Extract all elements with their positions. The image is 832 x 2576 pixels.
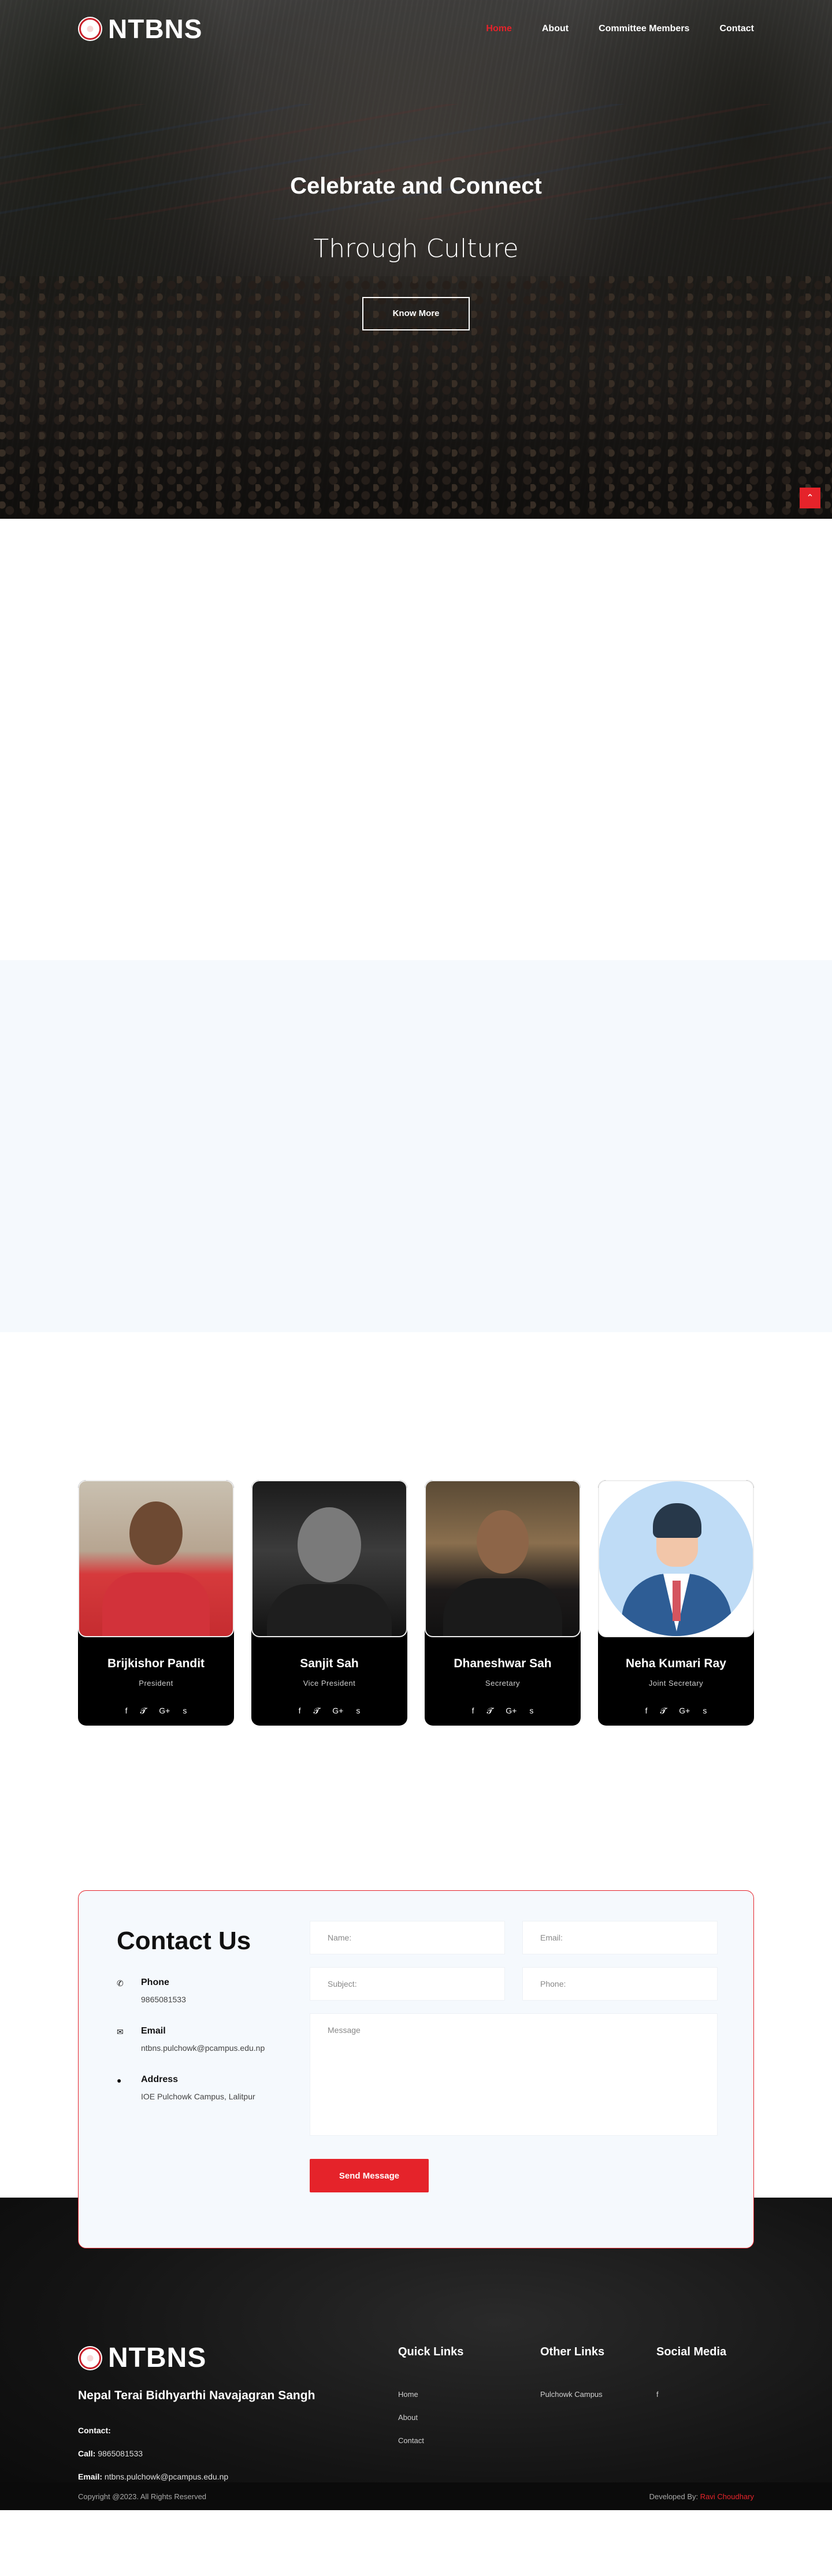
skype-icon[interactable]: s (703, 1706, 707, 1716)
twitter-icon[interactable]: 𝓣 (314, 1706, 320, 1716)
facebook-icon[interactable]: f (645, 1706, 648, 1716)
chevron-up-icon: ⌃ (806, 493, 814, 503)
footer-other-links: Other Links Pulchowk Campus (540, 2345, 604, 2413)
hero-content: Celebrate and Connect Through Culture Kn… (0, 173, 832, 330)
logo-emblem-icon (78, 17, 102, 41)
facebook-icon[interactable]: f (472, 1706, 474, 1716)
skype-icon[interactable]: s (529, 1706, 533, 1716)
facebook-icon[interactable]: f (656, 2390, 726, 2399)
member-card: Sanjit Sah Vice President f 𝓣 G+ s (251, 1480, 407, 1726)
twitter-icon[interactable]: 𝓣 (140, 1706, 147, 1716)
google-plus-icon[interactable]: G+ (159, 1706, 170, 1716)
scroll-to-top-button[interactable]: ⌃ (800, 488, 820, 508)
phone-icon: ✆ (117, 1979, 124, 1988)
member-photo (78, 1480, 234, 1637)
contact-footer-section: Contact Us ✆ Phone 9865081533 ✉ Email nt… (0, 1890, 832, 2510)
about-section-placeholder (0, 519, 832, 960)
email-value: ntbns.pulchowk@pcampus.edu.np (141, 2043, 265, 2053)
contact-address: ● Address IOE Pulchowk Campus, Lalitpur (117, 2075, 265, 2101)
member-social-links: f 𝓣 G+ s (645, 1706, 707, 1716)
twitter-icon[interactable]: 𝓣 (660, 1706, 667, 1716)
phone-value: 9865081533 (141, 1995, 186, 2004)
member-name: Brijkishor Pandit (107, 1657, 205, 1670)
member-photo (251, 1480, 407, 1637)
footer-call-value: 9865081533 (98, 2449, 143, 2458)
member-role: Joint Secretary (648, 1679, 704, 1687)
member-name: Neha Kumari Ray (626, 1657, 726, 1670)
social-media-title: Social Media (656, 2345, 727, 2358)
google-plus-icon[interactable]: G+ (332, 1706, 343, 1716)
member-photo-avatar (598, 1480, 754, 1637)
footer-call-label: Call: (78, 2449, 96, 2458)
google-plus-icon[interactable]: G+ (679, 1706, 690, 1716)
member-social-links: f 𝓣 G+ s (299, 1706, 361, 1716)
committee-members-section: Brijkishor Pandit President f 𝓣 G+ s San… (0, 1332, 832, 1890)
member-name: Sanjit Sah (300, 1657, 359, 1670)
hero-title: Celebrate and Connect (290, 173, 542, 199)
footer-email-value: ntbns.pulchowk@pcampus.edu.np (104, 2472, 229, 2481)
contact-info: Contact Us ✆ Phone 9865081533 ✉ Email nt… (117, 1927, 265, 2101)
phone-input[interactable]: Phone: (522, 1967, 718, 2001)
other-links-title: Other Links (540, 2345, 605, 2358)
google-plus-icon[interactable]: G+ (506, 1706, 517, 1716)
footer-link-contact[interactable]: Contact (398, 2436, 463, 2445)
contact-email: ✉ Email ntbns.pulchowk@pcampus.edu.np (117, 2026, 265, 2053)
member-name: Dhaneshwar Sah (454, 1657, 552, 1670)
footer: NTBNS Nepal Terai Bidhyarthi Navajagran … (78, 2342, 754, 2495)
contact-form: Name: Email: Subject: Phone: Message Sen… (310, 1921, 718, 2192)
member-card: Dhaneshwar Sah Secretary f 𝓣 G+ s (425, 1480, 581, 1726)
footer-social-media: Social Media f (656, 2345, 726, 2413)
contact-heading: Contact Us (117, 1927, 251, 1955)
address-value: IOE Pulchowk Campus, Lalitpur (141, 2092, 255, 2101)
member-role: President (139, 1679, 173, 1687)
info-section-placeholder (0, 960, 832, 1332)
logo-emblem-icon (78, 2345, 102, 2370)
hero-subtitle: Through Culture (313, 234, 519, 263)
name-input[interactable]: Name: (310, 1921, 505, 1954)
send-message-button[interactable]: Send Message (310, 2159, 429, 2192)
subject-input[interactable]: Subject: (310, 1967, 505, 2001)
footer-link-about[interactable]: About (398, 2413, 463, 2422)
footer-quick-links: Quick Links Home About Contact (398, 2345, 463, 2459)
nav-link-committee-members[interactable]: Committee Members (599, 24, 689, 34)
footer-contact-label: Contact: (78, 2426, 111, 2435)
message-textarea[interactable]: Message (310, 2013, 718, 2136)
quick-links-title: Quick Links (398, 2345, 464, 2358)
nav-links: Home About Committee Members Contact (486, 24, 754, 34)
contact-card: Contact Us ✆ Phone 9865081533 ✉ Email nt… (78, 1890, 754, 2248)
email-title: Email (141, 2026, 166, 2036)
phone-title: Phone (141, 1977, 169, 1987)
hero-section: NTBNS Home About Committee Members Conta… (0, 0, 832, 519)
skype-icon[interactable]: s (183, 1706, 187, 1716)
skype-icon[interactable]: s (356, 1706, 360, 1716)
twitter-icon[interactable]: 𝓣 (487, 1706, 493, 1716)
nav-link-contact[interactable]: Contact (719, 24, 754, 34)
navbar: NTBNS Home About Committee Members Conta… (0, 0, 832, 58)
footer-link-pulchowk-campus[interactable]: Pulchowk Campus (540, 2390, 604, 2399)
member-card: Brijkishor Pandit President f 𝓣 G+ s (78, 1480, 234, 1726)
member-social-links: f 𝓣 G+ s (472, 1706, 534, 1716)
footer-brand-name: NTBNS (108, 2343, 207, 2373)
facebook-icon[interactable]: f (125, 1706, 128, 1716)
member-photo (425, 1480, 581, 1637)
footer-email-label: Email: (78, 2472, 103, 2481)
brand-name: NTBNS (108, 14, 203, 44)
map-marker-icon: ● (117, 2076, 122, 2085)
envelope-icon: ✉ (117, 2027, 124, 2036)
brand-logo[interactable]: NTBNS (78, 13, 202, 44)
address-title: Address (141, 2075, 179, 2084)
footer-link-home[interactable]: Home (398, 2390, 463, 2399)
facebook-icon[interactable]: f (299, 1706, 301, 1716)
default-avatar-icon (599, 1481, 753, 1636)
member-role: Vice President (303, 1679, 356, 1687)
contact-phone: ✆ Phone 9865081533 (117, 1977, 265, 2004)
know-more-button[interactable]: Know More (362, 297, 470, 330)
nav-link-home[interactable]: Home (486, 24, 511, 34)
nav-link-about[interactable]: About (542, 24, 569, 34)
member-card: Neha Kumari Ray Joint Secretary f 𝓣 G+ s (598, 1480, 754, 1726)
member-social-links: f 𝓣 G+ s (125, 1706, 187, 1716)
email-input[interactable]: Email: (522, 1921, 718, 1954)
member-role: Secretary (485, 1679, 521, 1687)
